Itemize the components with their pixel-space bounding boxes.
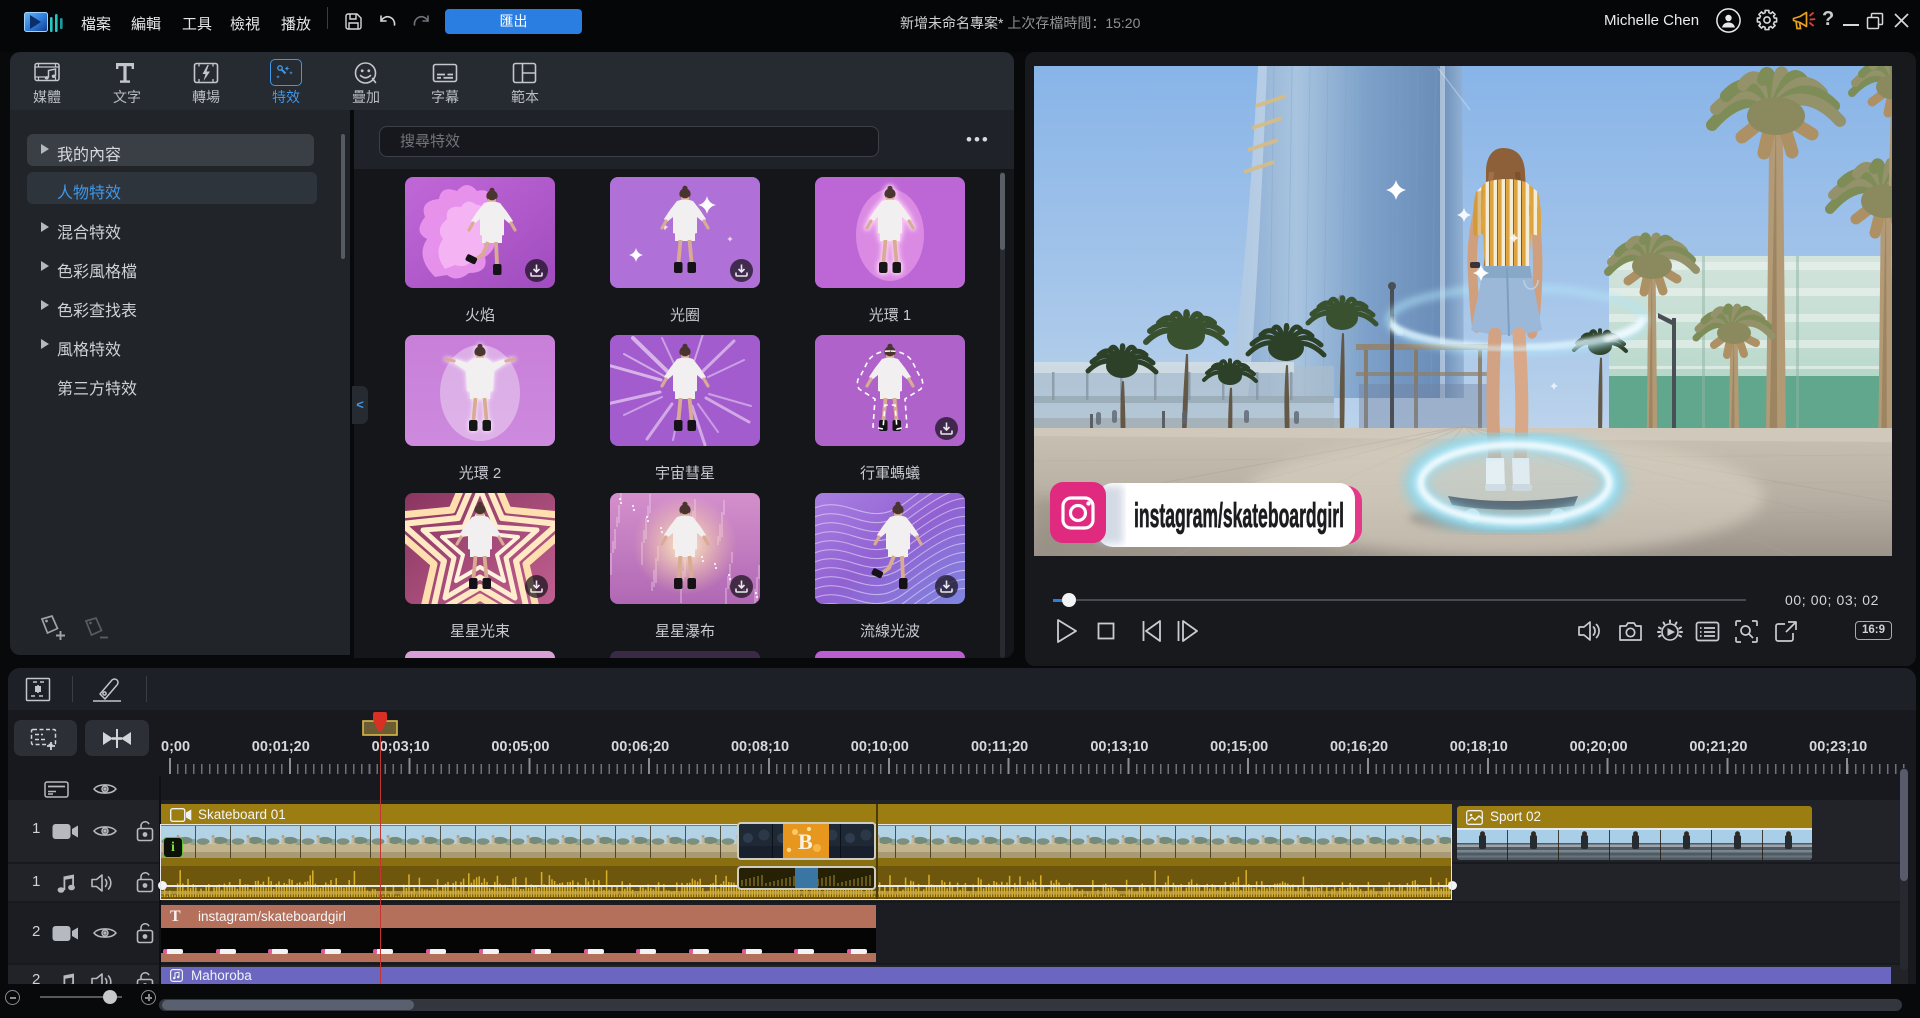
- svg-text:instagram/skateboardgirl: instagram/skateboardgirl: [1134, 497, 1344, 535]
- svg-text:B: B: [798, 829, 813, 854]
